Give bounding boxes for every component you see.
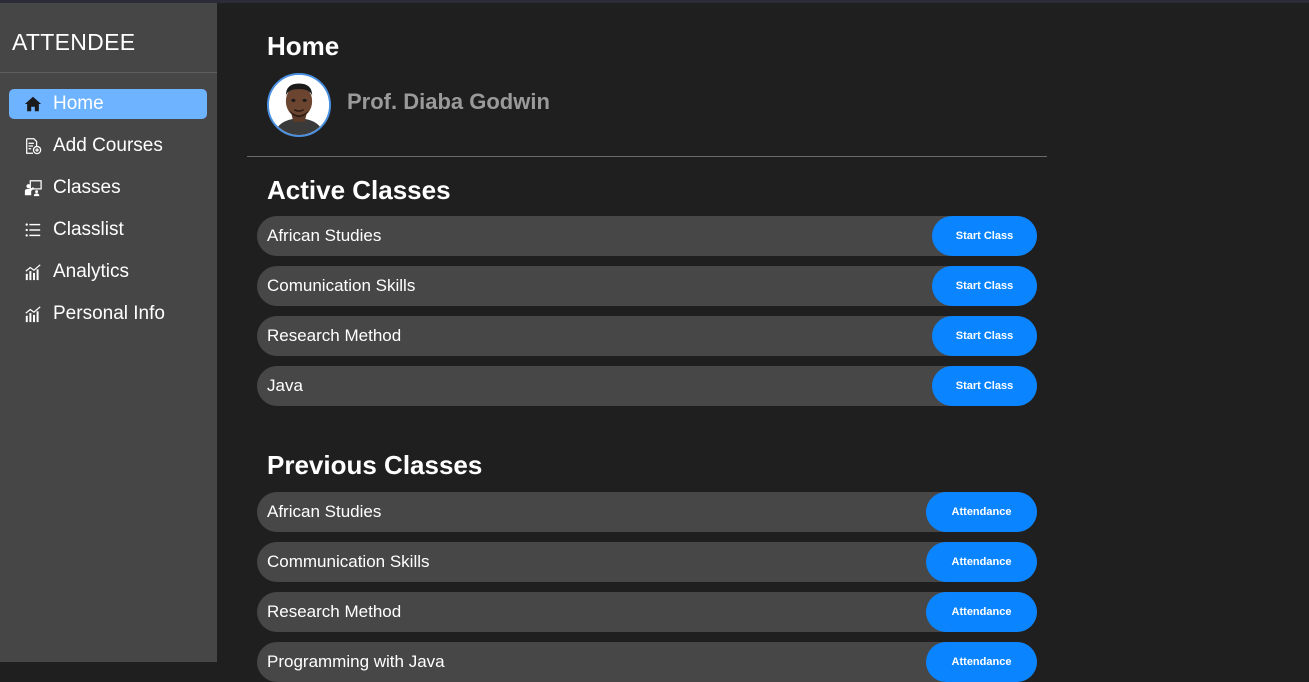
header-divider xyxy=(247,156,1047,157)
app-brand: ATTENDEE xyxy=(12,29,136,55)
active-classes-title: Active Classes xyxy=(267,175,451,205)
sidebar: ATTENDEE Home Add Courses Classes Classl… xyxy=(0,3,217,662)
active-class-row: Comunication Skills Start Class xyxy=(257,266,1037,306)
class-name: Research Method xyxy=(267,602,402,621)
previous-class-row: Communication Skills Attendance xyxy=(257,542,1037,582)
previous-classes-title: Previous Classes xyxy=(267,450,483,480)
start-class-button[interactable]: Start Class xyxy=(932,366,1037,406)
previous-class-row: Programming with Java Attendance xyxy=(257,642,1037,682)
sidebar-item-label: Personal Info xyxy=(53,303,165,324)
sidebar-item-add-courses[interactable]: Add Courses xyxy=(9,131,207,161)
start-class-button[interactable]: Start Class xyxy=(932,266,1037,306)
sidebar-item-label: Home xyxy=(53,93,104,114)
brand-divider xyxy=(0,72,217,73)
previous-class-row: Research Method Attendance xyxy=(257,592,1037,632)
sidebar-item-label: Classlist xyxy=(53,219,124,240)
class-name: Programming with Java xyxy=(267,652,445,671)
class-name: African Studies xyxy=(267,226,382,245)
class-name: Java xyxy=(267,376,303,395)
sidebar-item-label: Analytics xyxy=(53,261,130,282)
main-content: Home Prof. Diaba Godwin Active Classes A… xyxy=(217,3,1309,682)
list-icon xyxy=(23,220,43,240)
home-icon xyxy=(23,94,43,114)
sidebar-item-classes[interactable]: Classes xyxy=(9,173,207,203)
class-name: African Studies xyxy=(267,502,382,521)
start-class-button[interactable]: Start Class xyxy=(932,316,1037,356)
start-class-button[interactable]: Start Class xyxy=(932,216,1037,256)
classroom-icon xyxy=(23,178,43,198)
sidebar-item-label: Classes xyxy=(53,177,121,198)
class-name: Research Method xyxy=(267,326,402,345)
add-document-icon xyxy=(23,136,43,156)
active-class-row: Research Method Start Class xyxy=(257,316,1037,356)
attendance-button[interactable]: Attendance xyxy=(926,592,1037,632)
class-name: Comunication Skills xyxy=(267,276,416,295)
active-class-row: African Studies Start Class xyxy=(257,216,1037,256)
sidebar-item-personal-info[interactable]: Personal Info xyxy=(9,299,207,329)
sidebar-item-home[interactable]: Home xyxy=(9,89,207,119)
sidebar-item-classlist[interactable]: Classlist xyxy=(9,215,207,245)
attendance-button[interactable]: Attendance xyxy=(926,542,1037,582)
analytics-icon xyxy=(23,304,43,324)
profile-name: Prof. Diaba Godwin xyxy=(347,89,550,114)
attendance-button[interactable]: Attendance xyxy=(926,492,1037,532)
active-class-row: Java Start Class xyxy=(257,366,1037,406)
avatar[interactable] xyxy=(267,73,331,137)
sidebar-item-label: Add Courses xyxy=(53,135,163,156)
attendance-button[interactable]: Attendance xyxy=(926,642,1037,682)
page-title: Home xyxy=(267,31,340,61)
class-name: Communication Skills xyxy=(267,552,430,571)
sidebar-nav: Home Add Courses Classes Classlist Analy… xyxy=(9,89,207,341)
previous-class-row: African Studies Attendance xyxy=(257,492,1037,532)
analytics-icon xyxy=(23,262,43,282)
sidebar-item-analytics[interactable]: Analytics xyxy=(9,257,207,287)
